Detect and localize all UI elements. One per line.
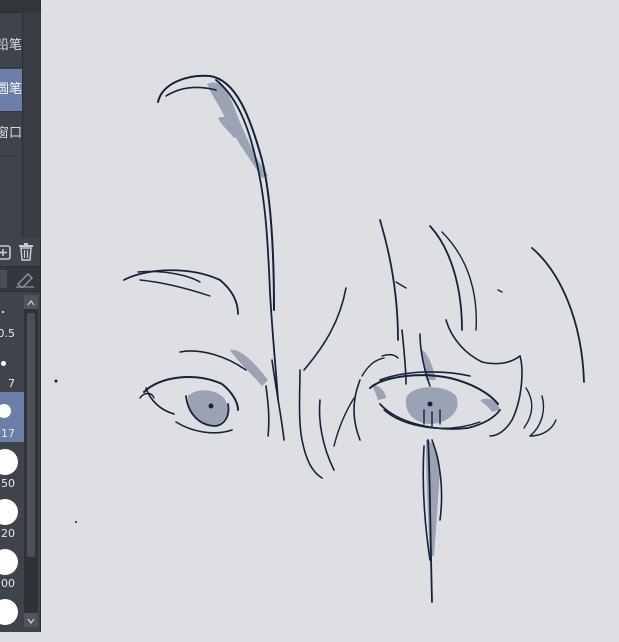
- brush-size-label: 17: [1, 427, 15, 440]
- brush-size-item[interactable]: 200: [0, 542, 24, 592]
- tool-panel-divider: [22, 12, 41, 238]
- tool-item-label: 铅笔: [0, 38, 22, 53]
- brush-size-item[interactable]: 120: [0, 492, 24, 542]
- scroll-up-arrow-icon[interactable]: [24, 295, 38, 309]
- brush-size-item[interactable]: 0.5: [0, 292, 24, 342]
- add-layer-icon[interactable]: [0, 243, 16, 261]
- tool-panel: 铅笔 圆笔 窗口 0.5 7 17 50: [0, 0, 41, 632]
- brush-size-item[interactable]: 17: [0, 392, 24, 442]
- brush-size-label: 120: [0, 527, 15, 540]
- brush-size-label: 50: [1, 477, 15, 490]
- brush-size-label: 200: [0, 577, 15, 590]
- brush-preview-dot: [0, 499, 18, 525]
- brush-preview-dot: [0, 599, 18, 625]
- brush-list-scrollbar[interactable]: [24, 295, 38, 627]
- tool-item-label: 窗口: [0, 126, 22, 141]
- tool-item-window[interactable]: 窗口: [0, 113, 22, 156]
- brush-size-label: 7: [8, 377, 15, 390]
- tool-item-round-pen[interactable]: 圆笔: [0, 69, 22, 112]
- brush-preview-dot: [0, 449, 18, 475]
- brush-preview-dot: [0, 404, 11, 418]
- trash-icon[interactable]: [18, 243, 34, 261]
- brush-tab-bar: [0, 266, 40, 292]
- scroll-down-arrow-icon[interactable]: [24, 613, 38, 627]
- brush-size-item[interactable]: 50: [0, 442, 24, 492]
- brush-preview-dot: [1, 361, 6, 366]
- sketch-artwork: [54, 74, 585, 603]
- brush-preview-dot: [0, 549, 18, 575]
- brush-preview-dot: [2, 311, 4, 313]
- drawing-canvas[interactable]: [41, 0, 619, 632]
- brush-size-item[interactable]: 7: [0, 342, 24, 392]
- scroll-thumb[interactable]: [27, 313, 35, 557]
- pen-tab-icon[interactable]: [0, 270, 7, 288]
- eraser-tab-icon[interactable]: [10, 270, 38, 290]
- tool-item-pencil[interactable]: 铅笔: [0, 25, 22, 68]
- tool-item-label: 圆笔: [0, 82, 22, 97]
- brush-size-label: 0.5: [0, 327, 15, 340]
- brush-size-item[interactable]: [0, 592, 24, 642]
- brush-size-list: 0.5 7 17 50 120 200: [0, 292, 24, 632]
